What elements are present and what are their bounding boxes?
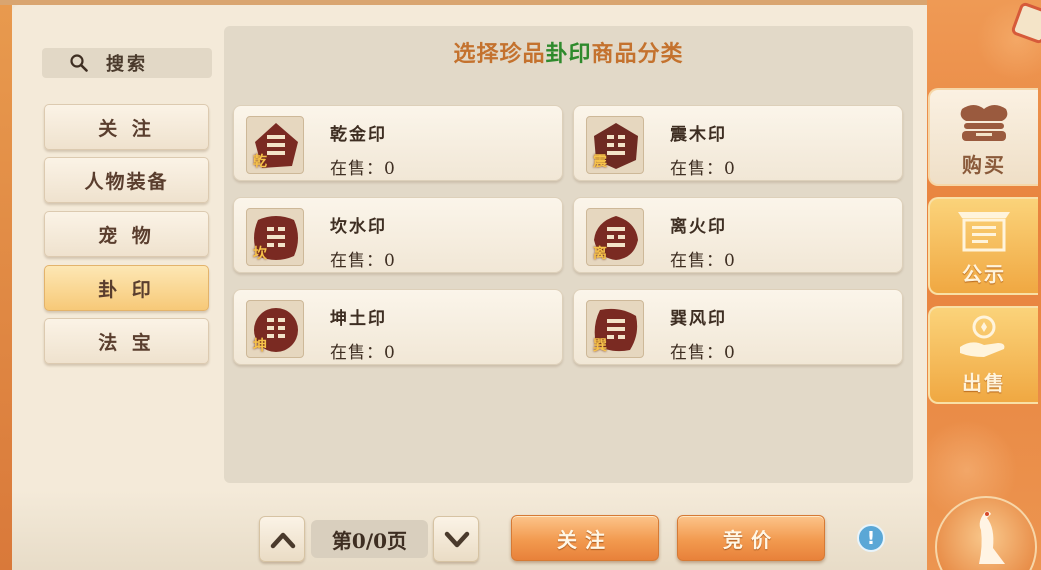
item-name: 离火印 (670, 217, 727, 237)
follow-button[interactable]: 关注 (511, 515, 659, 561)
tab-notice[interactable]: 公示 (928, 197, 1038, 295)
category-trigram-seal[interactable]: 卦 印 (44, 265, 209, 311)
seal-char: 坎 (253, 246, 267, 262)
search-button[interactable]: 搜索 (42, 48, 212, 78)
bid-button[interactable]: 竞价 (677, 515, 825, 561)
tab-label: 出售 (962, 371, 1006, 395)
item-card-zhen[interactable]: 震 震木印 在售：0 (573, 105, 903, 181)
page-title: 选择珍品卦印商品分类 (224, 36, 913, 68)
seal-char: 离 (593, 246, 607, 262)
seal-char: 震 (593, 154, 607, 170)
category-character-equipment[interactable]: 人物装备 (44, 157, 209, 203)
item-card-kun[interactable]: 坤 坤土印 在售：0 (233, 289, 563, 365)
category-label: 法 宝 (98, 331, 155, 354)
item-stock: 在售：0 (670, 159, 736, 179)
page-indicator: 第0/0页 (311, 520, 428, 558)
kan-seal-icon: 坎 (246, 208, 304, 266)
buy-icon (960, 105, 1008, 141)
item-card-li[interactable]: 离 离火印 在售：0 (573, 197, 903, 273)
category-pets[interactable]: 宠 物 (44, 211, 209, 257)
frame-left (0, 0, 12, 570)
tab-sell[interactable]: 出售 (928, 306, 1038, 404)
item-card-kan[interactable]: 坎 坎水印 在售：0 (233, 197, 563, 273)
li-seal-icon: 离 (586, 208, 644, 266)
search-icon (70, 54, 88, 72)
category-label: 宠 物 (98, 224, 155, 247)
kun-seal-icon: 坤 (246, 300, 304, 358)
item-name: 震木印 (670, 125, 727, 145)
seal-char: 乾 (253, 154, 267, 170)
notice-board-icon (958, 212, 1010, 252)
tab-buy[interactable]: 购买 (928, 88, 1038, 186)
qian-seal-icon: 乾 (246, 116, 304, 174)
seal-char: 巽 (593, 338, 607, 354)
info-icon[interactable]: ! (857, 524, 885, 552)
page-up-button[interactable] (259, 516, 305, 562)
item-stock: 在售：0 (330, 343, 396, 363)
category-label: 人物装备 (84, 170, 169, 193)
page-down-button[interactable] (433, 516, 479, 562)
title-highlight: 卦印 (545, 41, 592, 67)
chevron-up-icon (270, 532, 296, 549)
tab-label: 公示 (962, 262, 1006, 286)
seal-char: 坤 (253, 338, 267, 354)
category-label: 关 注 (98, 117, 155, 140)
item-card-xun[interactable]: 巽 巽风印 在售：0 (573, 289, 903, 365)
item-name: 乾金印 (330, 125, 387, 145)
item-name: 坤土印 (330, 309, 387, 329)
item-stock: 在售：0 (670, 251, 736, 271)
title-suffix: 商品分类 (591, 41, 684, 67)
xun-seal-icon: 巽 (586, 300, 644, 358)
sell-hand-coin-icon (960, 315, 1005, 357)
chevron-down-icon (444, 531, 470, 548)
item-stock: 在售：0 (330, 251, 396, 271)
zhen-seal-icon: 震 (586, 116, 644, 174)
tab-label: 购买 (962, 153, 1006, 177)
item-stock: 在售：0 (670, 343, 736, 363)
item-stock: 在售：0 (330, 159, 396, 179)
item-card-qian[interactable]: 乾 乾金印 在售：0 (233, 105, 563, 181)
item-name: 坎水印 (330, 217, 387, 237)
search-label: 搜索 (106, 54, 148, 75)
category-follow[interactable]: 关 注 (44, 104, 209, 150)
category-treasure[interactable]: 法 宝 (44, 318, 209, 364)
item-name: 巽风印 (670, 309, 727, 329)
title-prefix: 选择珍品 (453, 41, 546, 67)
category-label: 卦 印 (98, 278, 155, 301)
